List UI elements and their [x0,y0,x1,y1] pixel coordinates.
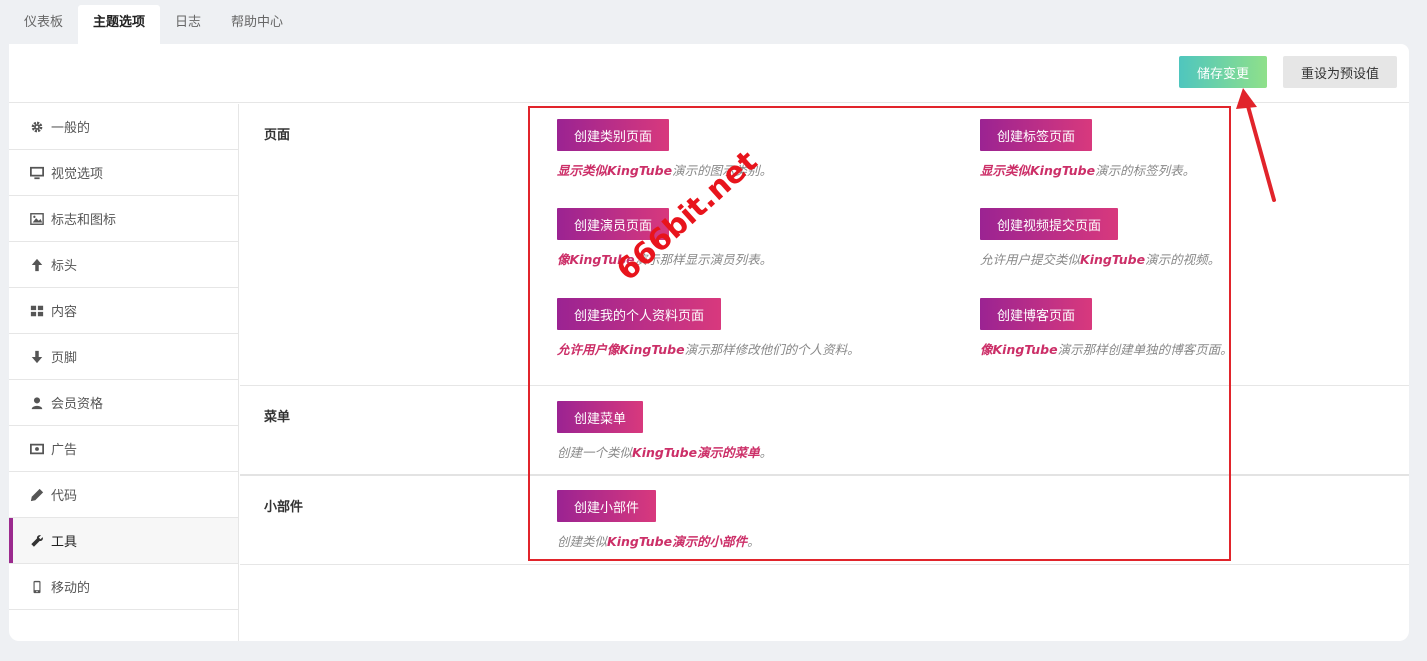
desc-text: 演示那样显示演员列表。 [634,252,773,267]
money-icon [30,442,44,456]
create-blog-page-button[interactable]: 创建博客页面 [980,298,1093,330]
section-label-menu: 菜单 [264,410,291,425]
sidebar-item-visual[interactable]: 视觉选项 [9,150,238,196]
desc-text: 创建一个类似 [557,445,633,460]
reset-defaults-button[interactable]: 重设为预设值 [1283,56,1397,88]
item-description: 允许用户提交类似KingTube演示的视频。 [980,249,1220,268]
desc-text: 。 [759,445,773,460]
tab-dashboard[interactable]: 仪表板 [9,5,78,44]
grid-icon [30,304,44,318]
page-item: 创建我的个人资料页面 允许用户像KingTube演示那样修改他们的个人资料。 [557,298,860,358]
sidebar-item-membership[interactable]: 会员资格 [9,380,238,426]
sidebar-item-label: 内容 [51,305,78,320]
tab-theme-options[interactable]: 主题选项 [78,5,161,44]
desc-text: 演示的图示类别。 [672,163,773,178]
tab-help-center[interactable]: 帮助中心 [216,5,298,44]
menu-item: 创建菜单 创建一个类似KingTube演示的菜单。 [557,401,772,461]
menu-section: 菜单 创建菜单 创建一个类似KingTube演示的菜单。 [240,386,1409,476]
arrow-down-icon [30,350,44,364]
sidebar-item-tools[interactable]: 工具 [9,518,238,564]
desc-text: 演示那样修改他们的个人资料。 [684,342,860,357]
desc-text: 允许用户提交类似 [980,252,1081,267]
sidebar-item-label: 一般的 [51,121,91,136]
widgets-section: 小部件 创建小部件 创建类似KingTube演示的小部件。 [240,476,1409,565]
pencil-icon [30,488,44,502]
create-video-submit-page-button[interactable]: 创建视频提交页面 [980,208,1119,240]
desc-emphasis: KingTube [1080,252,1146,267]
item-description: 允许用户像KingTube演示那样修改他们的个人资料。 [557,339,860,358]
sidebar-item-logo[interactable]: 标志和图标 [9,196,238,242]
section-label-widgets: 小部件 [264,500,304,515]
item-description: 像KingTube演示那样显示演员列表。 [557,249,772,268]
sidebar-item-label: 视觉选项 [51,167,104,182]
desc-text: 。 [747,534,760,549]
desc-text: 演示那样创建单独的博客页面。 [1057,342,1233,357]
sidebar-item-code[interactable]: 代码 [9,472,238,518]
desc-emphasis: 显示类似KingTube [557,163,673,178]
create-tag-page-button[interactable]: 创建标签页面 [980,119,1093,151]
page-item: 创建类别页面 显示类似KingTube演示的图示类别。 [557,119,772,179]
sidebar: 一般的 视觉选项 标志和图标 标头 内容 页脚 会员资格 广告 代码 工具 移动… [9,104,239,641]
sidebar-item-mobile[interactable]: 移动的 [9,564,238,610]
page-item: 创建视频提交页面 允许用户提交类似KingTube演示的视频。 [980,208,1220,268]
save-changes-button[interactable]: 储存变更 [1179,56,1267,88]
top-tabs: 仪表板 主题选项 日志 帮助中心 [9,5,298,44]
desc-emphasis: KingTube演示的菜单 [632,445,760,460]
create-category-page-button[interactable]: 创建类别页面 [557,119,670,151]
widget-item: 创建小部件 创建类似KingTube演示的小部件。 [557,490,760,550]
user-icon [30,396,44,410]
desc-emphasis: KingTube演示的小部件 [607,534,748,549]
image-icon [30,212,44,226]
arrow-up-icon [30,258,44,272]
toolbar: 储存变更 重设为预设值 [9,44,1409,103]
sidebar-item-label: 标头 [51,259,78,274]
item-description: 显示类似KingTube演示的标签列表。 [980,160,1195,179]
sidebar-item-header[interactable]: 标头 [9,242,238,288]
desc-emphasis: 显示类似KingTube [980,163,1096,178]
desc-text: 演示的标签列表。 [1095,163,1196,178]
page-item: 创建博客页面 像KingTube演示那样创建单独的博客页面。 [980,298,1233,358]
pages-section: 页面 创建类别页面 显示类似KingTube演示的图示类别。 创建标签页面 显示… [240,104,1409,386]
page-item: 创建演员页面 像KingTube演示那样显示演员列表。 [557,208,772,268]
sidebar-item-label: 工具 [51,535,78,550]
tools-content: 页面 创建类别页面 显示类似KingTube演示的图示类别。 创建标签页面 显示… [240,104,1409,641]
item-description: 创建类似KingTube演示的小部件。 [557,531,760,550]
item-description: 像KingTube演示那样创建单独的博客页面。 [980,339,1233,358]
sidebar-item-footer[interactable]: 页脚 [9,334,238,380]
sidebar-item-label: 广告 [51,443,78,458]
desc-emphasis: 像KingTube [980,342,1058,357]
sidebar-item-label: 移动的 [51,581,91,596]
sidebar-item-label: 页脚 [51,351,78,366]
sidebar-item-label: 会员资格 [51,397,104,412]
sidebar-item-label: 代码 [51,489,78,504]
desc-emphasis: 像KingTube [557,252,635,267]
gear-icon [30,120,44,134]
create-profile-page-button[interactable]: 创建我的个人资料页面 [557,298,722,330]
section-label-pages: 页面 [264,128,291,143]
tab-logs[interactable]: 日志 [160,5,216,44]
item-description: 显示类似KingTube演示的图示类别。 [557,160,772,179]
create-widget-button[interactable]: 创建小部件 [557,490,657,522]
wrench-icon [30,534,44,548]
create-menu-button[interactable]: 创建菜单 [557,401,644,433]
sidebar-item-content[interactable]: 内容 [9,288,238,334]
page-item: 创建标签页面 显示类似KingTube演示的标签列表。 [980,119,1195,179]
options-panel: 储存变更 重设为预设值 一般的 视觉选项 标志和图标 标头 内容 页脚 会员资格… [9,44,1409,641]
monitor-icon [30,166,44,180]
mobile-icon [30,580,44,594]
sidebar-item-ads[interactable]: 广告 [9,426,238,472]
desc-emphasis: 允许用户像KingTube [557,342,685,357]
item-description: 创建一个类似KingTube演示的菜单。 [557,442,772,461]
create-actor-page-button[interactable]: 创建演员页面 [557,208,670,240]
sidebar-item-label: 标志和图标 [51,213,117,228]
desc-text: 演示的视频。 [1145,252,1221,267]
desc-text: 创建类似 [557,534,608,549]
sidebar-item-general[interactable]: 一般的 [9,104,238,150]
